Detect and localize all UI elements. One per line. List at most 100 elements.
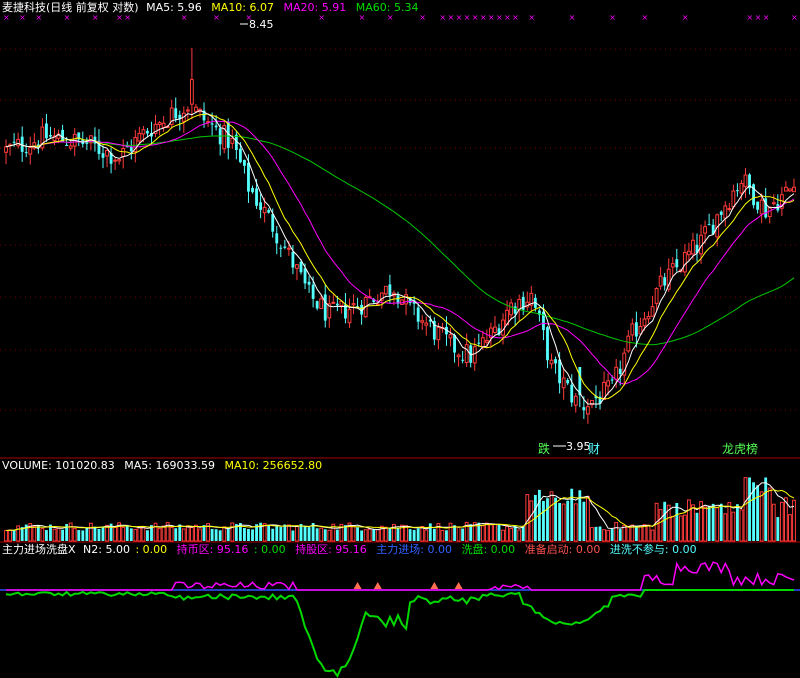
candle (675, 248, 679, 272)
candle (267, 208, 271, 214)
candle (792, 178, 796, 193)
candle (400, 299, 404, 305)
volume-bar (214, 529, 218, 541)
volume-bar (480, 525, 485, 542)
candle (388, 274, 392, 304)
volume-bar (493, 523, 497, 542)
candle (40, 118, 45, 151)
volume-bar (626, 525, 631, 542)
volume-bar (416, 528, 420, 541)
candle (198, 107, 202, 118)
volume-bar (174, 528, 178, 541)
volume-bar (573, 503, 578, 542)
candle (788, 188, 792, 193)
marker-x: × (456, 13, 463, 22)
volume-bar (521, 525, 525, 541)
volume-bar (525, 494, 530, 542)
volume-bar (169, 526, 174, 542)
volume-bar (735, 504, 739, 541)
indicator-arrow (430, 582, 439, 589)
volume-bar (558, 502, 562, 541)
candle (375, 294, 380, 306)
volume-bar (501, 529, 505, 542)
volume-bar (251, 529, 254, 541)
volume-bar (412, 530, 416, 541)
candle (456, 353, 461, 367)
high-price-label: 8.45 (249, 18, 274, 31)
volume-bar (194, 524, 198, 542)
volume-bar (546, 498, 549, 541)
volume-bar (319, 527, 324, 542)
candle (157, 121, 162, 136)
candle (630, 318, 635, 341)
candle (339, 300, 344, 314)
indicator-arrow (373, 582, 382, 589)
candle (347, 298, 352, 328)
indicator-green-line (5, 589, 794, 678)
volume-bar (663, 501, 667, 541)
volume-bar (243, 527, 246, 541)
candle (169, 99, 174, 129)
volume-bar (218, 530, 222, 541)
indicator-jinxi: 进洗不参与: 0.00 (610, 542, 697, 556)
marker-x: × (480, 13, 487, 22)
marker-x: × (488, 13, 495, 22)
indicator-zhunbei: 准备启动: 0.00 (525, 542, 601, 556)
candle (549, 353, 554, 369)
candle (453, 333, 456, 363)
volume-bar (711, 503, 715, 541)
volume-bar (137, 526, 142, 542)
candle (537, 308, 541, 322)
volume-bar (776, 517, 780, 541)
candle (509, 298, 514, 319)
volume-bar (230, 522, 235, 542)
candle (129, 139, 133, 160)
volume-bar (271, 528, 275, 541)
marker-x: × (791, 13, 798, 22)
volume-bar (88, 522, 93, 542)
marker-x: × (755, 13, 762, 22)
volume-bar (687, 499, 691, 542)
candle (650, 295, 655, 317)
marker-x: × (181, 13, 188, 22)
candle (133, 129, 138, 163)
candle (748, 173, 751, 195)
volume-bar (618, 529, 622, 541)
volume-bar (549, 491, 554, 542)
indicator-arrow (353, 582, 362, 589)
indicator-v1: : 0.00 (135, 543, 167, 556)
volume-bar (279, 526, 283, 541)
candle (259, 193, 263, 219)
marker-x: × (641, 13, 648, 22)
candle (432, 317, 436, 346)
volume-bar (678, 515, 683, 542)
candle (461, 350, 465, 364)
volume-bar (513, 525, 517, 541)
volume-bar (45, 530, 48, 541)
volume-bar (32, 526, 37, 542)
volume-bar (440, 530, 445, 542)
ma5-value: MA5: 5.96 (146, 1, 202, 14)
candle (752, 183, 755, 209)
volume-bar (461, 528, 465, 541)
volume-bar (210, 528, 214, 541)
volume-bar (161, 525, 166, 542)
candle (554, 356, 557, 374)
candle (181, 106, 186, 133)
candle (743, 168, 748, 198)
volume-bar (731, 511, 736, 542)
volume-bar (727, 502, 732, 542)
volume-bar (12, 529, 16, 541)
candle (189, 47, 194, 120)
candle (113, 157, 118, 170)
volume-bar (602, 529, 606, 542)
volume-bar (153, 522, 158, 542)
candle (505, 300, 509, 326)
marker-x: × (35, 13, 42, 22)
candle (598, 391, 602, 410)
candle (573, 392, 578, 413)
volume-bar (283, 524, 287, 541)
candle (525, 291, 530, 311)
volume-bar (146, 530, 149, 541)
volume-bar (129, 528, 133, 541)
